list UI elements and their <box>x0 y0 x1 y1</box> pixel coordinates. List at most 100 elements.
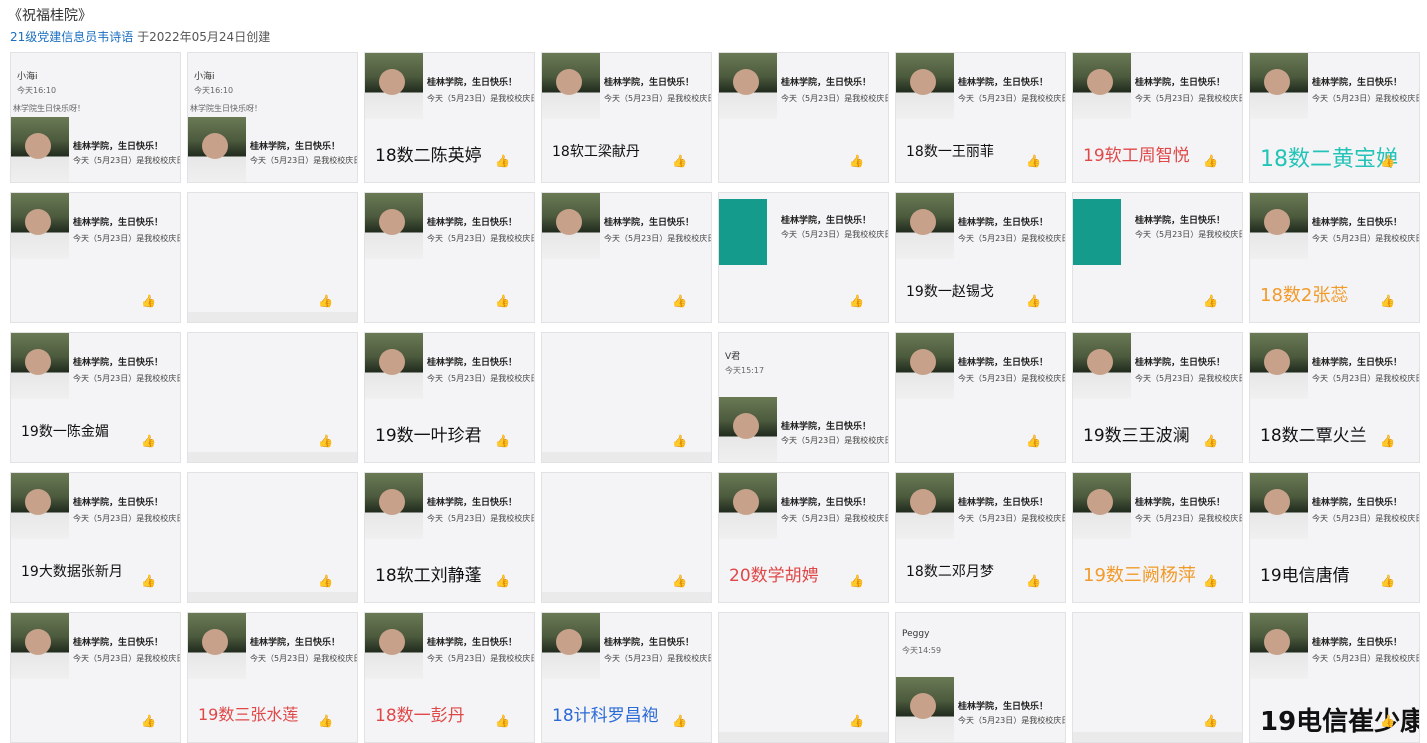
greeting-sub: 今天（5月23日）是我校校庆日， <box>250 654 358 663</box>
student-photo <box>1250 193 1308 259</box>
student-photo <box>365 473 423 539</box>
post-time: 今天15:17 <box>725 366 765 375</box>
greeting-text: 桂林学院，生日快乐！ <box>250 142 341 152</box>
image-tile[interactable]: 桂林学院，生日快乐！ 今天（5月23日）是我校校庆日， 19大数据张新月 👍 <box>10 472 181 603</box>
bottom-fade <box>542 592 711 602</box>
image-tile[interactable]: 桂林学院，生日快乐！ 今天（5月23日）是我校校庆日， 18软工刘静蓬 👍 <box>364 472 535 603</box>
post-time: 今天16:10 <box>17 86 57 95</box>
student-photo <box>542 613 600 679</box>
image-tile[interactable]: 桂林学院，生日快乐！ 今天（5月23日）是我校校庆日， 👍 <box>364 192 535 323</box>
image-tile[interactable]: 桂林学院，生日快乐！ 今天（5月23日）是我校校庆日， 18软工梁献丹 👍 <box>541 52 712 183</box>
image-tile[interactable]: 桂林学院，生日快乐！ 今天（5月23日）是我校校庆日， 18数二覃火兰 👍 <box>1249 332 1420 463</box>
like-comment-icons: 👍 <box>849 154 880 168</box>
greeting-sub: 今天（5月23日）是我校校庆日， <box>1312 654 1420 663</box>
image-tile[interactable]: 桂林学院，生日快乐！ 今天（5月23日）是我校校庆日， 👍 <box>718 192 889 323</box>
image-tile[interactable]: 桂林学院，生日快乐！ 今天（5月23日）是我校校庆日， 19数三张水莲 👍 <box>187 612 358 743</box>
like-comment-icons: 👍 <box>1026 574 1057 588</box>
like-comment-icons: 👍 <box>849 574 880 588</box>
greeting-sub: 今天（5月23日）是我校校庆日， <box>604 94 712 103</box>
image-tile[interactable]: 👍 <box>187 192 358 323</box>
image-tile[interactable]: 桂林学院，生日快乐！ 今天（5月23日）是我校校庆日， 18计科罗昌袍 👍 <box>541 612 712 743</box>
name-caption: 19数一赵锡戈 <box>906 284 994 300</box>
image-tile[interactable]: 小海i 今天16:10 林学院生日快乐呀！ 桂林学院，生日快乐！ 今天（5月23日）是我… <box>10 52 181 183</box>
like-comment-icons: 👍 <box>1380 714 1411 728</box>
greeting-sub: 今天（5月23日）是我校校庆日， <box>427 514 535 523</box>
image-tile[interactable]: 桂林学院，生日快乐！ 今天（5月23日）是我校校庆日， 👍 <box>1072 192 1243 323</box>
image-tile[interactable]: 👍 <box>541 472 712 603</box>
image-tile[interactable]: 小海i 今天16:10 林学院生日快乐呀！ 桂林学院，生日快乐！ 今天（5月23日）是我… <box>187 52 358 183</box>
image-tile[interactable]: 👍 <box>187 332 358 463</box>
like-comment-icons: 👍 <box>1380 434 1411 448</box>
greeting-sub: 今天（5月23日）是我校校庆日， <box>1312 374 1420 383</box>
name-caption: 19软工周智悦 <box>1083 146 1190 166</box>
image-tile[interactable]: 桂林学院，生日快乐！ 今天（5月23日）是我校校庆日， 19数一陈金媚 👍 <box>10 332 181 463</box>
greeting-text: 桂林学院，生日快乐！ <box>427 78 518 88</box>
greeting-text: 桂林学院，生日快乐！ <box>1312 218 1403 228</box>
greeting-text: 桂林学院，生日快乐！ <box>1135 216 1226 226</box>
image-tile[interactable]: 桂林学院，生日快乐！ 今天（5月23日）是我校校庆日， 19数三王波澜 👍 <box>1072 332 1243 463</box>
image-tile[interactable]: 桂林学院，生日快乐！ 今天（5月23日）是我校校庆日， 20数学胡娉 👍 <box>718 472 889 603</box>
like-comment-icons: 👍 <box>1203 714 1234 728</box>
greeting-text: 桂林学院，生日快乐！ <box>73 142 164 152</box>
greeting-sub: 今天（5月23日）是我校校庆日， <box>427 374 535 383</box>
image-tile[interactable]: 桂林学院，生日快乐！ 今天（5月23日）是我校校庆日， 19数一赵锡戈 👍 <box>895 192 1066 323</box>
greeting-sub: 今天（5月23日）是我校校庆日， <box>427 654 535 663</box>
like-comment-icons: 👍 <box>318 294 349 308</box>
student-photo <box>542 193 600 259</box>
name-caption: 18数二覃火兰 <box>1260 426 1367 446</box>
image-tile[interactable]: 桂林学院，生日快乐！ 今天（5月23日）是我校校庆日， 👍 <box>541 192 712 323</box>
greeting-text: 桂林学院，生日快乐！ <box>604 638 695 648</box>
image-tile[interactable]: 桂林学院，生日快乐！ 今天（5月23日）是我校校庆日， 18数二陈英婷 👍 <box>364 52 535 183</box>
image-tile[interactable]: 桂林学院，生日快乐！ 今天（5月23日）是我校校庆日， 👍 <box>895 332 1066 463</box>
image-tile[interactable]: 桂林学院，生日快乐！ 今天（5月23日）是我校校庆日， 👍 <box>10 612 181 743</box>
created-date: 于2022年05月24日创建 <box>137 30 271 44</box>
greeting-text: 桂林学院，生日快乐！ <box>958 358 1049 368</box>
image-tile[interactable]: 桂林学院，生日快乐！ 今天（5月23日）是我校校庆日， 19电信崔少康 👍 <box>1249 612 1420 743</box>
student-photo <box>365 53 423 119</box>
image-tile[interactable]: 👍 <box>1072 612 1243 743</box>
greeting-sub: 今天（5月23日）是我校校庆日， <box>1312 234 1420 243</box>
user-name: Peggy <box>902 629 930 639</box>
author-link[interactable]: 21级党建信息员韦诗语 <box>10 30 133 44</box>
student-photo <box>11 193 69 259</box>
image-tile[interactable]: 桂林学院，生日快乐！ 今天（5月23日）是我校校庆日， 18数一彭丹 👍 <box>364 612 535 743</box>
student-photo <box>11 333 69 399</box>
image-tile[interactable]: 👍 <box>541 332 712 463</box>
greeting-sub: 今天（5月23日）是我校校庆日， <box>427 234 535 243</box>
like-comment-icons: 👍 <box>318 714 349 728</box>
student-photo <box>1073 333 1131 399</box>
greeting-text: 桂林学院，生日快乐！ <box>781 422 872 432</box>
page-subline: 21级党建信息员韦诗语 于2022年05月24日创建 <box>10 28 270 45</box>
user-name: 小海i <box>17 72 38 82</box>
image-tile[interactable]: 桂林学院，生日快乐！ 今天（5月23日）是我校校庆日， 👍 <box>10 192 181 323</box>
name-caption: 19电信唐倩 <box>1260 566 1350 586</box>
like-comment-icons: 👍 <box>1026 434 1057 448</box>
like-comment-icons: 👍 <box>1026 294 1057 308</box>
image-tile[interactable]: 桂林学院，生日快乐！ 今天（5月23日）是我校校庆日， 19数三阙杨萍 👍 <box>1072 472 1243 603</box>
student-photo <box>719 53 777 119</box>
greeting-sub: 今天（5月23日）是我校校庆日， <box>427 94 535 103</box>
name-caption: 18软工梁献丹 <box>552 144 640 160</box>
greeting-sub: 今天（5月23日）是我校校庆日， <box>1135 230 1243 239</box>
image-tile[interactable]: 👍 <box>187 472 358 603</box>
name-caption: 20数学胡娉 <box>729 566 819 586</box>
greeting-sub: 今天（5月23日）是我校校庆日， <box>73 156 181 165</box>
student-photo <box>1073 473 1131 539</box>
greeting-text: 桂林学院，生日快乐！ <box>73 218 164 228</box>
image-tile[interactable]: 桂林学院，生日快乐！ 今天（5月23日）是我校校庆日， 18数一王丽菲 👍 <box>895 52 1066 183</box>
image-tile[interactable]: 桂林学院，生日快乐！ 今天（5月23日）是我校校庆日， 19数一叶珍君 👍 <box>364 332 535 463</box>
image-tile[interactable]: V君 今天15:17 桂林学院，生日快乐！ 今天（5月23日）是我校校庆日， <box>718 332 889 463</box>
image-tile[interactable]: Peggy 今天14:59 桂林学院，生日快乐！ 今天（5月23日）是我校校庆日， <box>895 612 1066 743</box>
like-comment-icons: 👍 <box>141 294 172 308</box>
greeting-sub: 今天（5月23日）是我校校庆日， <box>1135 374 1243 383</box>
image-tile[interactable]: 👍 <box>718 612 889 743</box>
image-tile[interactable]: 桂林学院，生日快乐！ 今天（5月23日）是我校校庆日， 19软工周智悦 👍 <box>1072 52 1243 183</box>
image-tile[interactable]: 桂林学院，生日快乐！ 今天（5月23日）是我校校庆日， 18数二邓月梦 👍 <box>895 472 1066 603</box>
image-tile[interactable]: 桂林学院，生日快乐！ 今天（5月23日）是我校校庆日， 19电信唐倩 👍 <box>1249 472 1420 603</box>
image-tile[interactable]: 桂林学院，生日快乐！ 今天（5月23日）是我校校庆日， 18数二黄宝婵 👍 <box>1249 52 1420 183</box>
like-comment-icons: 👍 <box>1380 574 1411 588</box>
image-tile[interactable]: 桂林学院，生日快乐！ 今天（5月23日）是我校校庆日， 👍 <box>718 52 889 183</box>
bottom-fade <box>188 452 357 462</box>
image-tile[interactable]: 桂林学院，生日快乐！ 今天（5月23日）是我校校庆日， 18数2张蕊 👍 <box>1249 192 1420 323</box>
like-comment-icons: 👍 <box>495 434 526 448</box>
